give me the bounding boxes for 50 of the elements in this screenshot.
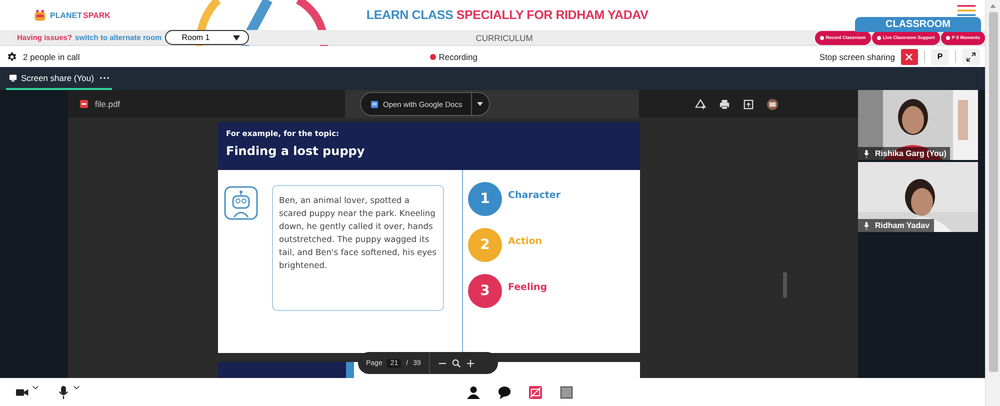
zoom-in-icon[interactable] — [466, 358, 475, 368]
microphone-icon — [864, 150, 869, 158]
participant-name: Rishika Garg (You) — [875, 149, 946, 158]
story-bubble: Ben, an animal lover, spotted a scared puppy near the park. Kneeling down, he gently called it over, hands outstretched. The puppy wagged its tail, and Ben's face softened, his eyes brightened. — [272, 185, 444, 311]
menu-icon[interactable] — [957, 5, 976, 16]
document-icon — [371, 100, 378, 108]
people-icon[interactable] — [467, 386, 480, 398]
pdf-file-icon — [80, 100, 88, 108]
section-label: CURRICULUM — [476, 32, 533, 42]
participant-name: Ridham Yadav — [875, 221, 930, 230]
print-icon[interactable] — [719, 98, 730, 110]
page-title: LEARN CLASS SPECIALLY FOR RIDHAM YADAV — [366, 8, 648, 22]
avatar-icon[interactable] — [767, 98, 778, 110]
topic-title: Finding a lost puppy — [226, 144, 366, 158]
stop-share-icon[interactable] — [529, 386, 542, 398]
dropdown-arrow-icon — [232, 34, 240, 40]
close-icon — [904, 52, 914, 62]
stop-sharing-button[interactable] — [901, 48, 918, 64]
open-in-new-window-icon[interactable] — [743, 98, 754, 110]
screen-icon — [9, 74, 17, 82]
recording-label: Recording — [438, 52, 478, 62]
robot-icon — [224, 186, 258, 220]
step-number: 1 — [468, 182, 502, 216]
stop-sharing-label: Stop screen sharing — [819, 52, 896, 62]
zoom-icon[interactable] — [452, 358, 461, 368]
file-name: file.pdf — [95, 99, 120, 109]
caret-icon[interactable] — [477, 102, 484, 106]
step-number: 2 — [468, 228, 502, 262]
page-scrollbar[interactable] — [985, 0, 1000, 406]
recording-dot-icon — [430, 54, 436, 60]
step-label: Action — [508, 236, 542, 246]
settings-icon[interactable] — [7, 52, 17, 62]
logo: PLANETSPARK — [33, 8, 110, 22]
step-label: Character — [508, 190, 561, 200]
microphone-icon[interactable] — [57, 386, 70, 398]
classroom-tab[interactable]: CLASSROOM — [855, 17, 981, 32]
step-label: Feeling — [508, 282, 548, 292]
add-to-drive-icon[interactable] — [695, 98, 706, 110]
step-number: 3 — [468, 274, 502, 308]
presenter-button[interactable]: P — [931, 48, 950, 64]
caret-icon[interactable] — [32, 384, 39, 390]
viewer-scrollbar[interactable] — [783, 272, 787, 298]
expand-icon — [966, 52, 976, 62]
people-count: 2 people in call — [23, 52, 80, 62]
caret-icon[interactable] — [73, 384, 80, 390]
room-select[interactable]: Room 1 — [164, 30, 249, 45]
microphone-icon — [864, 222, 869, 230]
background-icon[interactable] — [560, 386, 573, 398]
chat-icon[interactable] — [498, 386, 511, 398]
fullscreen-button[interactable] — [962, 48, 980, 64]
